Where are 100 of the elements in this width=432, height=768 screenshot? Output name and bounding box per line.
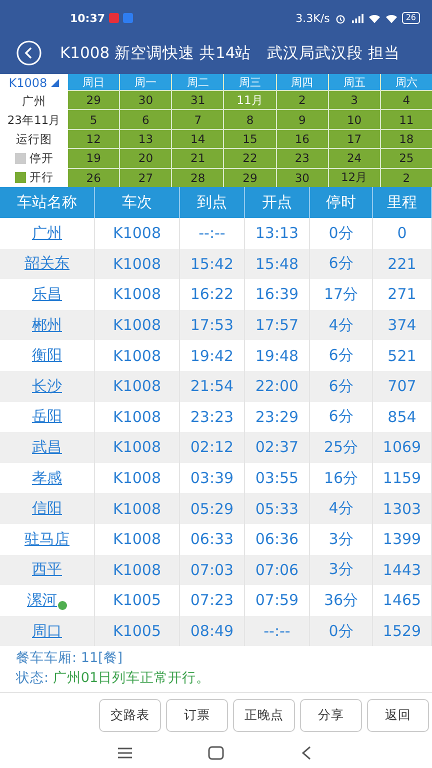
status-time: 10:37	[70, 12, 106, 24]
calendar-day: 3	[328, 91, 380, 110]
station-link[interactable]: 武昌	[32, 438, 62, 457]
network-speed: 3.3K/s	[296, 12, 330, 24]
station-link[interactable]: 长沙	[32, 376, 62, 396]
calendar-day: 19	[68, 149, 120, 168]
calendar-day: 5	[68, 110, 120, 129]
table-cell: 21:54	[180, 370, 245, 402]
station-link[interactable]: 驻马店	[24, 530, 70, 549]
table-cell: 15:42	[180, 248, 245, 280]
table-cell: 1069	[373, 432, 432, 463]
table-cell: 07:06	[245, 554, 310, 586]
station-link[interactable]: 漯河	[27, 590, 57, 610]
alarm-icon	[334, 12, 347, 24]
battery-level: 26	[402, 12, 420, 24]
table-cell: 4分	[310, 493, 373, 524]
station-link[interactable]: 岳阳	[32, 407, 62, 426]
calendar-day: 2	[380, 168, 432, 187]
station-link[interactable]: 广州	[32, 224, 62, 243]
calendar-day: 26	[68, 168, 120, 187]
station-link[interactable]: 周口	[32, 622, 62, 641]
table-cell: K1008	[95, 370, 180, 402]
weekday-header: 周二	[172, 74, 224, 90]
table-cell: 22:00	[245, 370, 310, 402]
calendar-day: 4	[380, 91, 432, 110]
calendar-day: 29	[224, 168, 276, 187]
dining-value: 11[餐]	[80, 650, 123, 666]
column-header: 到点	[180, 187, 245, 218]
column-header: 停时	[310, 187, 373, 218]
table-cell: 0分	[310, 616, 373, 646]
calendar-day: 12月	[328, 168, 380, 187]
station-link[interactable]: 西平	[32, 560, 62, 580]
station-link[interactable]: 衡阳	[32, 346, 62, 366]
table-cell: 05:29	[180, 493, 245, 524]
calendar-day: 21	[172, 149, 224, 168]
calendar-day: 30	[120, 91, 172, 110]
action-button[interactable]: 订票	[166, 698, 228, 732]
chart-caption: 运行图	[16, 132, 52, 147]
weekday-header: 周四	[276, 74, 328, 90]
station-link[interactable]: 乐昌	[32, 284, 62, 304]
dropdown-triangle-icon	[51, 79, 60, 87]
station-link[interactable]: 郴州	[32, 316, 62, 335]
calendar-day: 31	[172, 91, 224, 110]
train-title: K1008 新空调快速 共14站	[60, 42, 252, 64]
calendar-day: 9	[276, 110, 328, 129]
table-cell: 02:12	[180, 432, 245, 463]
table-cell: 6分	[310, 370, 373, 402]
status-text: 广州01日列车正常开行。	[52, 670, 210, 686]
action-button[interactable]: 交路表	[99, 698, 161, 732]
column-header: 开点	[245, 187, 310, 218]
table-cell: 17:57	[245, 310, 310, 340]
table-cell: 4分	[310, 310, 373, 340]
weekday-header: 周五	[328, 74, 380, 90]
table-cell: 25分	[310, 432, 373, 463]
table-cell: K1008	[95, 432, 180, 463]
calendar-day: 29	[68, 91, 120, 110]
action-button[interactable]: 正晚点	[233, 698, 295, 732]
calendar-day: 2	[276, 91, 328, 110]
station-link[interactable]: 信阳	[32, 499, 62, 518]
back-icon	[16, 40, 42, 66]
action-button[interactable]: 返回	[367, 698, 429, 732]
table-cell: --:--	[245, 616, 310, 646]
table-cell: 1303	[373, 493, 432, 524]
table-cell: 08:49	[180, 616, 245, 646]
table-cell: 17:53	[180, 310, 245, 340]
table-cell: K1005	[95, 616, 180, 646]
column-header: 里程	[373, 187, 432, 218]
weekday-header: 周六	[380, 74, 432, 90]
station-link[interactable]: 韶关东	[24, 254, 70, 274]
calendar-day: 23	[276, 149, 328, 168]
app-icon	[123, 13, 134, 23]
calendar-day: 7	[172, 110, 224, 129]
signal-icon	[350, 12, 364, 24]
column-header: 车次	[95, 187, 180, 218]
calendar-day: 18	[380, 130, 432, 148]
menu-icon[interactable]	[117, 746, 134, 759]
action-button[interactable]: 分享	[300, 698, 362, 732]
table-cell: K1008	[95, 493, 180, 524]
table-cell: 1443	[373, 554, 432, 586]
calendar-day: 22	[224, 149, 276, 168]
table-cell: K1008	[95, 310, 180, 340]
wifi-icon	[384, 12, 398, 24]
table-cell: 1529	[373, 616, 432, 646]
table-cell: K1008	[95, 248, 180, 280]
calendar-day: 27	[120, 168, 172, 187]
train-selector[interactable]: K1008	[8, 76, 48, 90]
app-icon	[109, 13, 120, 23]
weekday-header: 周日	[68, 74, 120, 90]
back-button[interactable]	[16, 40, 42, 66]
home-icon[interactable]	[208, 746, 224, 760]
calendar-day: 12	[68, 130, 120, 148]
station-link[interactable]: 孝感	[32, 468, 62, 488]
table-cell: 221	[373, 248, 432, 280]
weekday-header: 周三	[224, 74, 276, 90]
calendar-day: 11	[380, 110, 432, 129]
calendar-day: 13	[120, 130, 172, 148]
calendar-day: 28	[172, 168, 224, 187]
table-cell: 3分	[310, 554, 373, 586]
bureau-label: 武汉局武汉段 担当	[267, 42, 400, 64]
table-cell: K1008	[95, 554, 180, 586]
